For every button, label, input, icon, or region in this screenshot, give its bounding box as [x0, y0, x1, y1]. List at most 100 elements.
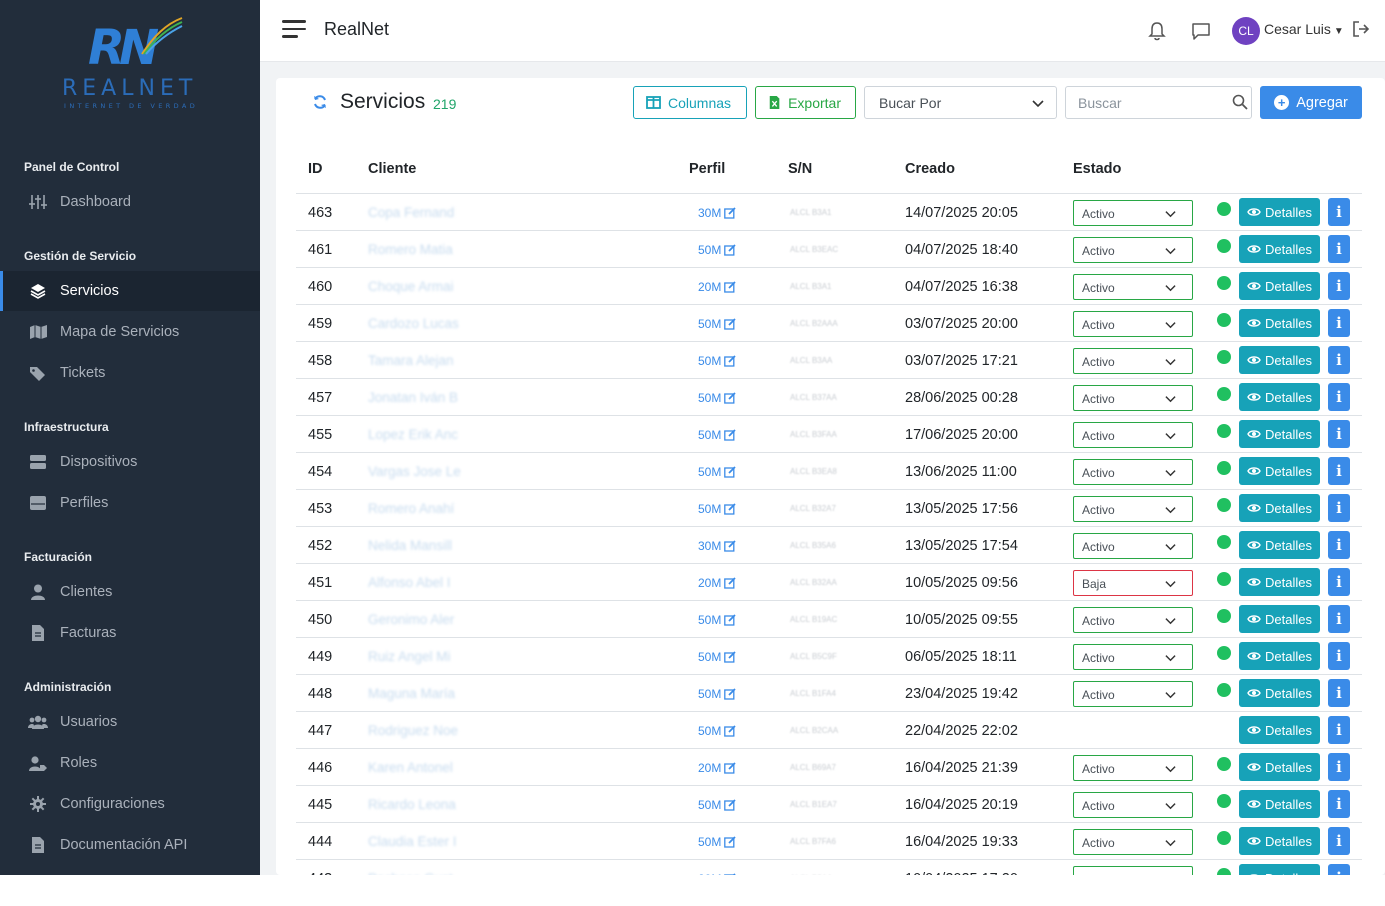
sidebar-item-dispositivos[interactable]: Dispositivos [0, 442, 260, 482]
edit-icon[interactable] [724, 650, 736, 663]
chat-icon[interactable] [1190, 20, 1212, 42]
status-select[interactable]: Activo [1073, 385, 1193, 411]
edit-icon[interactable] [724, 613, 736, 626]
edit-icon[interactable] [724, 206, 736, 219]
sidebar-item-clientes[interactable]: Clientes [0, 572, 260, 612]
cell-cliente[interactable]: Ruiz Angel Mi [368, 638, 451, 675]
search-input[interactable] [1065, 86, 1252, 119]
add-button[interactable]: + Agregar [1260, 86, 1362, 119]
edit-icon[interactable] [724, 539, 736, 552]
status-select[interactable]: Activo [1073, 866, 1193, 875]
info-button[interactable]: i [1328, 679, 1350, 707]
info-button[interactable]: i [1328, 272, 1350, 300]
details-button[interactable]: Detalles [1239, 383, 1320, 411]
edit-icon[interactable] [724, 798, 736, 811]
cell-perfil[interactable]: 50M [698, 601, 736, 638]
status-select[interactable]: Activo [1073, 755, 1193, 781]
details-button[interactable]: Detalles [1239, 827, 1320, 855]
column-header-perfil[interactable]: Perfil [689, 161, 725, 177]
edit-icon[interactable] [724, 354, 736, 367]
status-select[interactable]: Activo [1073, 422, 1193, 448]
sidebar-item-mapa-de-servicios[interactable]: Mapa de Servicios [0, 312, 260, 352]
cell-perfil[interactable]: 20M [698, 749, 736, 786]
column-header-cliente[interactable]: Cliente [368, 161, 416, 177]
info-button[interactable]: i [1328, 605, 1350, 633]
cell-cliente[interactable]: Tamara Alejan [368, 342, 454, 379]
cell-cliente[interactable]: Claudia Ester I [368, 823, 457, 860]
sidebar-item-facturas[interactable]: Facturas [0, 613, 260, 653]
info-button[interactable]: i [1328, 346, 1350, 374]
info-button[interactable]: i [1328, 642, 1350, 670]
cell-cliente[interactable]: Vargas Jose Le [368, 453, 461, 490]
export-button[interactable]: Exportar [755, 86, 856, 119]
cell-cliente[interactable]: Lopez Erik Anc [368, 416, 458, 453]
cell-perfil[interactable]: 50M [698, 786, 736, 823]
edit-icon[interactable] [724, 465, 736, 478]
sidebar-item-dashboard[interactable]: Dashboard [0, 182, 260, 222]
cell-cliente[interactable]: Pacheco Gust [368, 860, 453, 875]
info-button[interactable]: i [1328, 753, 1350, 781]
cell-perfil[interactable]: 20M [698, 564, 736, 601]
cell-cliente[interactable]: Alfonso Abel I [368, 564, 451, 601]
column-header-id[interactable]: ID [308, 161, 323, 177]
edit-icon[interactable] [724, 687, 736, 700]
status-select[interactable]: Activo [1073, 496, 1193, 522]
sidebar-item-usuarios[interactable]: Usuarios [0, 702, 260, 742]
info-button[interactable]: i [1328, 457, 1350, 485]
status-select[interactable]: Activo [1073, 274, 1193, 300]
info-button[interactable]: i [1328, 309, 1350, 337]
column-header-sn[interactable]: S/N [788, 161, 812, 177]
details-button[interactable]: Detalles [1239, 568, 1320, 596]
cell-perfil[interactable]: 30M [698, 527, 736, 564]
status-select[interactable]: Activo [1073, 311, 1193, 337]
search-by-select[interactable]: Bucar Por [864, 86, 1057, 119]
info-button[interactable]: i [1328, 420, 1350, 448]
column-header-estado[interactable]: Estado [1073, 161, 1121, 177]
details-button[interactable]: Detalles [1239, 605, 1320, 633]
status-select[interactable]: Activo [1073, 533, 1193, 559]
details-button[interactable]: Detalles [1239, 346, 1320, 374]
cell-cliente[interactable]: Geronimo Aler [368, 601, 454, 638]
refresh-icon[interactable] [312, 94, 328, 110]
details-button[interactable]: Detalles [1239, 309, 1320, 337]
details-button[interactable]: Detalles [1239, 679, 1320, 707]
edit-icon[interactable] [724, 243, 736, 256]
logout-icon[interactable] [1352, 20, 1370, 38]
edit-icon[interactable] [724, 576, 736, 589]
details-button[interactable]: Detalles [1239, 272, 1320, 300]
info-button[interactable]: i [1328, 494, 1350, 522]
edit-icon[interactable] [724, 428, 736, 441]
cell-perfil[interactable]: 50M [698, 638, 736, 675]
cell-cliente[interactable]: Nelida Mansill [368, 527, 452, 564]
edit-icon[interactable] [724, 872, 736, 876]
cell-perfil[interactable]: 50M [698, 823, 736, 860]
info-button[interactable]: i [1328, 864, 1350, 875]
columns-button[interactable]: Columnas [633, 86, 747, 119]
cell-perfil[interactable]: 50M [698, 490, 736, 527]
details-button[interactable]: Detalles [1239, 531, 1320, 559]
details-button[interactable]: Detalles [1239, 790, 1320, 818]
info-button[interactable]: i [1328, 790, 1350, 818]
cell-perfil[interactable]: 50M [698, 453, 736, 490]
edit-icon[interactable] [724, 835, 736, 848]
status-select[interactable]: Activo [1073, 348, 1193, 374]
cell-perfil[interactable]: 30M [698, 194, 736, 231]
details-button[interactable]: Detalles [1239, 864, 1320, 875]
cell-perfil[interactable]: 50M [698, 231, 736, 268]
details-button[interactable]: Detalles [1239, 494, 1320, 522]
info-button[interactable]: i [1328, 716, 1350, 744]
cell-perfil[interactable]: 50M [698, 416, 736, 453]
sidebar-item-roles[interactable]: Roles [0, 743, 260, 783]
status-select[interactable]: Activo [1073, 644, 1193, 670]
cell-cliente[interactable]: Romero Anahí [368, 490, 454, 527]
cell-cliente[interactable]: Maguna María [368, 675, 455, 712]
menu-toggle-icon[interactable] [282, 20, 306, 38]
info-button[interactable]: i [1328, 568, 1350, 596]
status-select[interactable]: Activo [1073, 792, 1193, 818]
sidebar-item-documentacion-api[interactable]: Documentación API [0, 825, 260, 865]
details-button[interactable]: Detalles [1239, 753, 1320, 781]
edit-icon[interactable] [724, 724, 736, 737]
status-select[interactable]: Activo [1073, 459, 1193, 485]
info-button[interactable]: i [1328, 531, 1350, 559]
status-select[interactable]: Activo [1073, 200, 1193, 226]
